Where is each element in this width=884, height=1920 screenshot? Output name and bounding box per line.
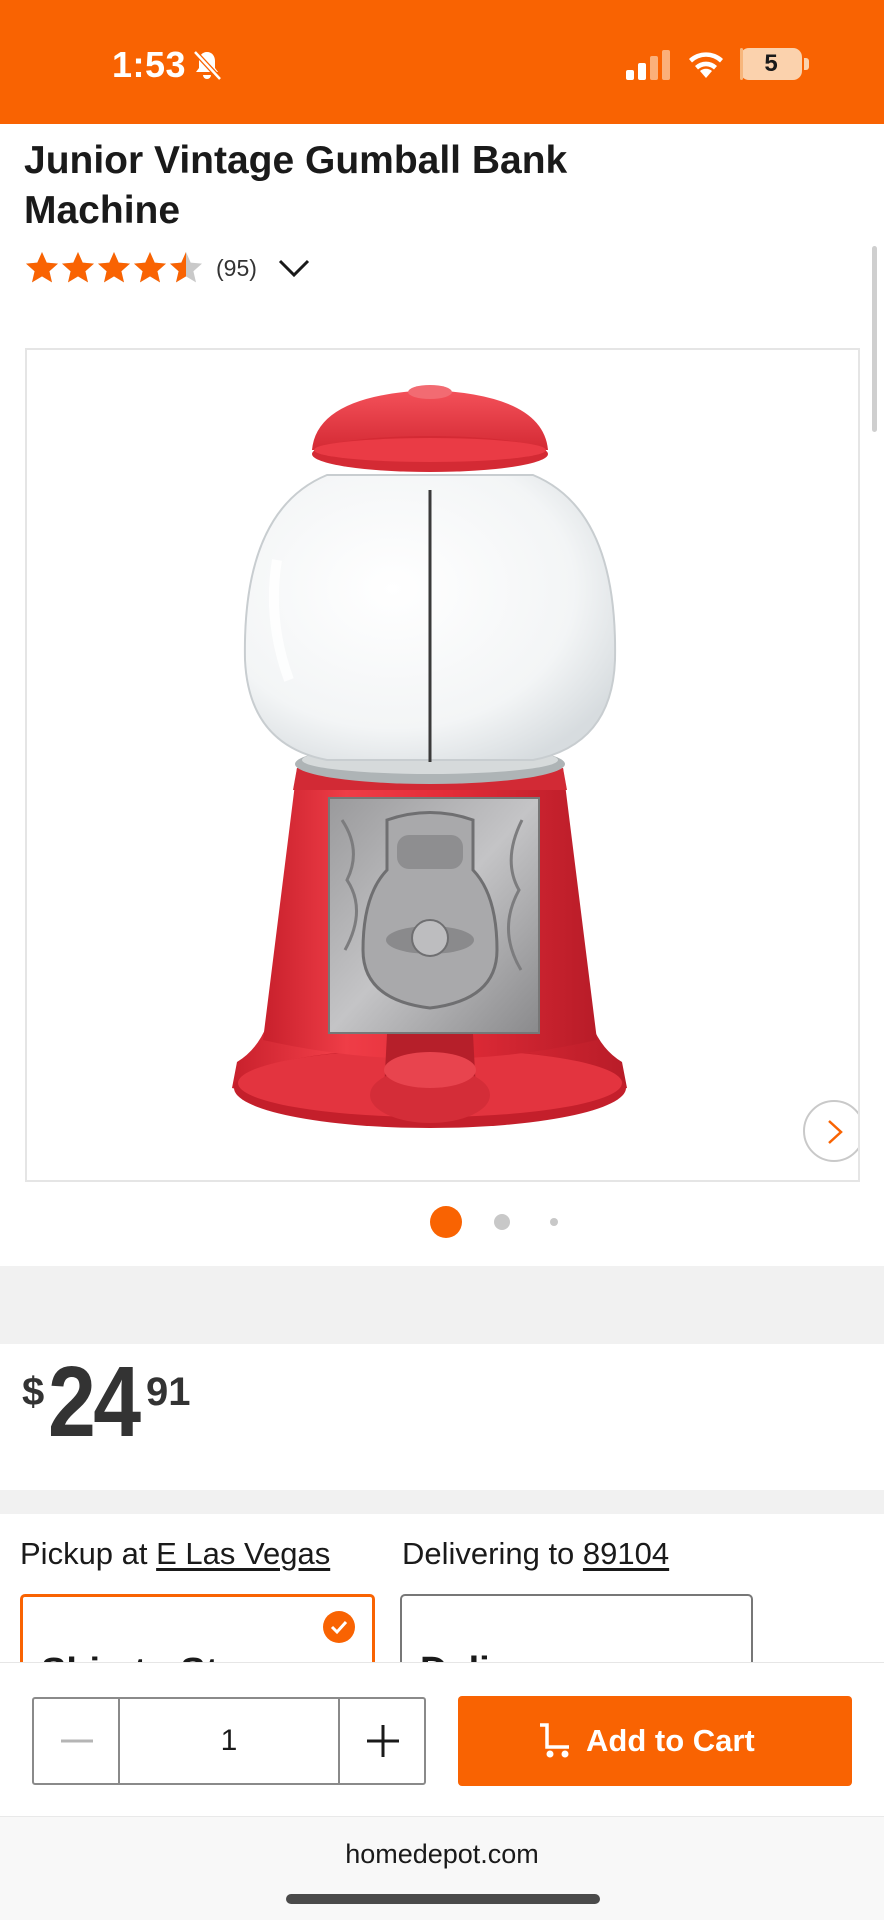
price-cents: 91 bbox=[146, 1370, 191, 1414]
plus-icon bbox=[367, 1725, 399, 1757]
review-count[interactable]: (95) bbox=[216, 255, 257, 282]
minus-icon bbox=[61, 1739, 93, 1743]
pickup-location-label: Pickup at E Las Vegas bbox=[20, 1536, 330, 1572]
image-carousel-dots[interactable] bbox=[0, 1206, 884, 1238]
section-divider bbox=[0, 1266, 884, 1344]
pickup-store-link[interactable]: E Las Vegas bbox=[156, 1536, 330, 1571]
star-icon bbox=[170, 252, 202, 283]
delivery-location-label: Delivering to 89104 bbox=[402, 1536, 669, 1572]
battery-level: 5 bbox=[764, 50, 778, 77]
status-bar: 1:53 5 bbox=[0, 0, 884, 124]
star-icon bbox=[98, 252, 130, 283]
browser-address-bar[interactable]: homedepot.com bbox=[0, 1816, 884, 1920]
next-image-button[interactable] bbox=[803, 1100, 858, 1162]
url-text[interactable]: homedepot.com bbox=[0, 1839, 884, 1870]
delivery-zip-link[interactable]: 89104 bbox=[583, 1536, 669, 1571]
add-to-cart-label: Add to Cart bbox=[586, 1723, 755, 1758]
star-rating bbox=[24, 250, 204, 286]
battery-nub bbox=[804, 58, 809, 70]
gumball-machine-image bbox=[232, 385, 627, 1128]
page-scrollbar[interactable] bbox=[872, 246, 877, 432]
rating-row[interactable]: (95) bbox=[24, 248, 311, 288]
wifi-icon bbox=[689, 52, 723, 78]
add-to-cart-bar: Add to Cart bbox=[0, 1662, 884, 1816]
carousel-dot[interactable] bbox=[494, 1214, 510, 1230]
cellular-signal-icon bbox=[626, 50, 670, 80]
selected-check-icon bbox=[323, 1611, 355, 1643]
delivery-prefix: Delivering to bbox=[402, 1536, 583, 1571]
price-dollars: 24 bbox=[48, 1346, 141, 1458]
product-title: Junior Vintage Gumball Bank Machine bbox=[24, 139, 568, 232]
bell-slash-icon bbox=[193, 50, 222, 81]
carousel-dot[interactable] bbox=[550, 1218, 558, 1226]
price-currency: $ bbox=[22, 1370, 45, 1414]
battery-icon: 5 bbox=[740, 48, 802, 80]
chevron-down-icon[interactable] bbox=[277, 257, 311, 279]
pickup-prefix: Pickup at bbox=[20, 1536, 157, 1571]
quantity-input[interactable] bbox=[122, 1699, 336, 1783]
chevron-right-icon bbox=[828, 1120, 843, 1144]
star-icon bbox=[26, 252, 58, 283]
home-indicator[interactable] bbox=[286, 1894, 600, 1904]
quantity-stepper bbox=[32, 1697, 426, 1785]
product-image-gallery[interactable] bbox=[25, 348, 860, 1182]
decrease-quantity-button[interactable] bbox=[34, 1699, 120, 1783]
add-to-cart-button[interactable]: Add to Cart bbox=[458, 1696, 852, 1786]
cart-icon bbox=[540, 1723, 569, 1758]
star-icon bbox=[134, 252, 166, 283]
star-icon bbox=[62, 252, 94, 283]
carousel-dot[interactable] bbox=[430, 1206, 462, 1238]
increase-quantity-button[interactable] bbox=[338, 1699, 424, 1783]
status-time: 1:53 bbox=[112, 44, 187, 85]
section-divider bbox=[0, 1490, 884, 1514]
